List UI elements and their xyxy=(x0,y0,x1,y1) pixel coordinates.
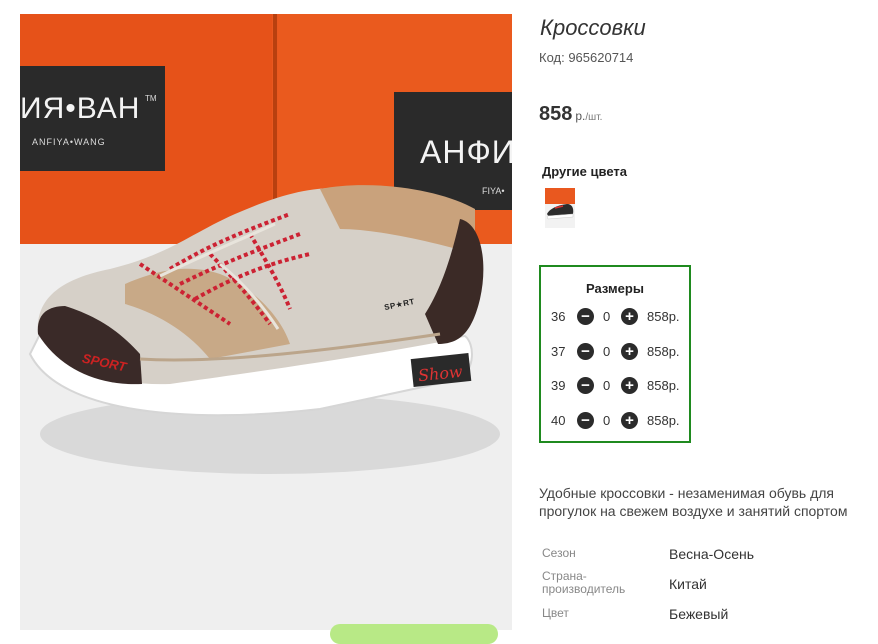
price-unit: р./шт. xyxy=(575,109,602,123)
decrease-qty-button[interactable]: − xyxy=(577,308,594,325)
size-row: 40 − 0 + 858р. xyxy=(541,411,691,431)
size-label: 39 xyxy=(551,378,566,393)
price-currency: р. xyxy=(575,109,586,123)
attr-label-season: Сезон xyxy=(542,546,576,560)
product-code: Код: 965620714 xyxy=(539,50,634,65)
size-qty: 0 xyxy=(603,413,611,428)
sizes-title: Размеры xyxy=(586,281,644,296)
size-row: 39 − 0 + 858р. xyxy=(541,376,691,396)
attr-label-country: Страна- производитель xyxy=(542,569,626,596)
decrease-qty-button[interactable]: − xyxy=(577,377,594,394)
increase-qty-button[interactable]: + xyxy=(621,308,638,325)
size-price: 858р. xyxy=(647,344,680,359)
box-brand-right: АНФИ xyxy=(420,134,512,170)
add-to-cart-button[interactable] xyxy=(330,624,498,644)
size-qty: 0 xyxy=(603,378,611,393)
size-row: 36 − 0 + 858р. xyxy=(541,307,691,327)
size-row: 37 − 0 + 858р. xyxy=(541,342,691,362)
product-title: Кроссовки xyxy=(540,15,646,40)
product-price: 858 р./шт. xyxy=(539,103,602,126)
size-price: 858р. xyxy=(647,378,680,393)
sizes-panel: Размеры 36 − 0 + 858р. 37 − 0 + 858р. 39… xyxy=(539,265,691,443)
attr-label-color: Цвет xyxy=(542,606,569,620)
product-photo[interactable]: ИЯ•ВАН TM ANFIYA•WANG АНФИ FIYA• SP★RT S… xyxy=(20,14,512,630)
size-qty: 0 xyxy=(603,344,611,359)
color-variant-thumbnail[interactable] xyxy=(545,188,575,228)
size-price: 858р. xyxy=(647,309,680,324)
color-variant-image xyxy=(545,188,575,228)
attr-value-color: Бежевый xyxy=(669,606,729,622)
size-label: 36 xyxy=(551,309,566,324)
increase-qty-button[interactable]: + xyxy=(621,343,638,360)
box-brand-left: ИЯ•ВАН xyxy=(20,92,141,125)
other-colors-label: Другие цвета xyxy=(542,164,627,179)
box-brand-left-sub: ANFIYA•WANG xyxy=(32,137,106,147)
price-per: /шт. xyxy=(585,112,603,123)
decrease-qty-button[interactable]: − xyxy=(577,343,594,360)
attr-value-country: Китай xyxy=(669,576,707,592)
box-brand-right-sub: FIYA• xyxy=(482,186,505,196)
price-value: 858 xyxy=(539,103,573,125)
size-qty: 0 xyxy=(603,309,611,324)
size-label: 37 xyxy=(551,344,566,359)
increase-qty-button[interactable]: + xyxy=(621,412,638,429)
box-brand-left-tm: TM xyxy=(145,94,157,103)
size-label: 40 xyxy=(551,413,566,428)
decrease-qty-button[interactable]: − xyxy=(577,412,594,429)
product-description: Удобные кроссовки - незаменимая обувь дл… xyxy=(539,485,848,519)
increase-qty-button[interactable]: + xyxy=(621,377,638,394)
size-price: 858р. xyxy=(647,413,680,428)
attr-value-season: Весна-Осень xyxy=(669,546,755,562)
